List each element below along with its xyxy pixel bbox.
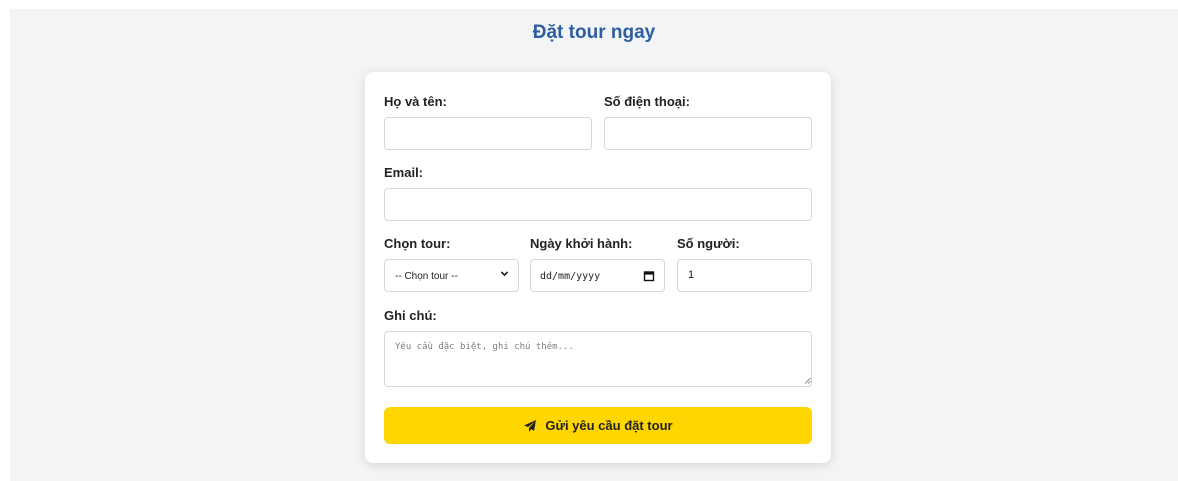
people-input[interactable]: 1 <box>677 259 812 292</box>
resize-grip-icon[interactable] <box>804 377 811 384</box>
email-label: Email: <box>384 165 424 180</box>
page-title: Đặt tour ngay <box>532 22 656 43</box>
email-input[interactable] <box>384 188 812 221</box>
paper-plane-icon <box>524 419 537 432</box>
tour-select-value: -- Chọn tour -- <box>395 271 458 282</box>
submit-button-label: Gửi yêu cầu đặt tour <box>545 418 673 433</box>
calendar-icon[interactable] <box>643 270 655 282</box>
people-label: Số người: <box>677 236 740 251</box>
tour-select[interactable]: -- Chọn tour -- <box>384 259 519 292</box>
booking-form: Họ và tên: Số điện thoại: Email: Chọn to… <box>365 72 831 463</box>
name-label: Họ và tên: <box>384 94 447 109</box>
note-textarea[interactable] <box>384 331 812 387</box>
date-label: Ngày khởi hành: <box>530 236 633 251</box>
tour-label: Chọn tour: <box>384 236 451 251</box>
submit-booking-button[interactable]: Gửi yêu cầu đặt tour <box>384 407 812 444</box>
name-input[interactable] <box>384 117 592 150</box>
phone-label: Số điện thoại: <box>604 94 690 109</box>
chevron-down-icon <box>500 271 509 277</box>
departure-date-input[interactable]: dd/mm/yyyy <box>530 259 665 292</box>
note-label: Ghi chú: <box>384 308 437 323</box>
date-value: dd/mm/yyyy <box>540 271 601 282</box>
people-value: 1 <box>688 269 695 281</box>
phone-input[interactable] <box>604 117 812 150</box>
